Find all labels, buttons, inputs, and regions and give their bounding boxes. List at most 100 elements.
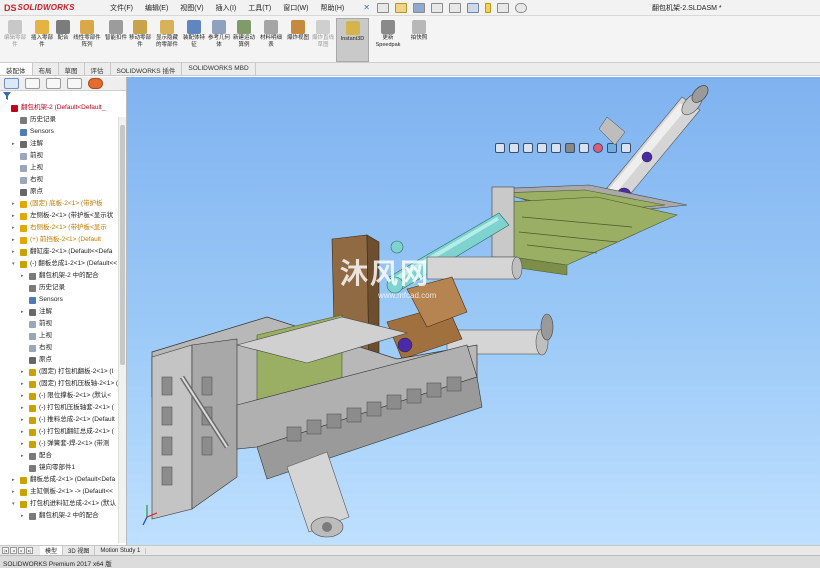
expand-arrow-icon[interactable]: ▸	[21, 510, 27, 522]
tree-item[interactable]: ▾ (-) 翻板总成1-2<1> (Default<<	[0, 258, 126, 270]
last-tab-arrow-icon[interactable]: ▸|	[26, 547, 33, 554]
expand-arrow-icon[interactable]: ▸	[21, 414, 27, 426]
tree-item[interactable]: ▸ 左侧板-2<1> (带护板<显示状	[0, 210, 126, 222]
menu-help[interactable]: 帮助(H)	[314, 3, 350, 13]
tree-item[interactable]: ▸ 翻缸座-2<1> (Default<<Defa	[0, 246, 126, 258]
expand-arrow-icon[interactable]: ▸	[12, 474, 18, 486]
tree-item[interactable]: ▸ (-) 打包机翻缸总成-2<1> (	[0, 426, 126, 438]
tab-mbd[interactable]: SOLIDWORKS MBD	[182, 63, 256, 75]
next-tab-arrow-icon[interactable]: ▸	[18, 547, 25, 554]
edit-component-button[interactable]: 编辑零部件	[2, 18, 28, 62]
select-icon[interactable]	[467, 2, 480, 13]
tab-addins[interactable]: SOLIDWORKS 插件	[111, 63, 183, 75]
display-manager-tab-icon[interactable]	[88, 78, 103, 89]
bill-of-materials-button[interactable]: 材料明细表	[258, 18, 284, 62]
tree-item[interactable]: ▸ (-) 限位撑板-2<1> (默认<	[0, 390, 126, 402]
instant3d-button[interactable]: Instant3D	[336, 18, 369, 62]
new-document-icon[interactable]	[377, 2, 390, 13]
expand-arrow-icon[interactable]: ▸	[12, 210, 18, 222]
tree-item[interactable]: ▸ 注解	[0, 306, 126, 318]
tree-item[interactable]: 原点	[0, 186, 126, 198]
expand-arrow-icon[interactable]: ▸	[21, 378, 27, 390]
open-file-icon[interactable]	[395, 2, 408, 13]
menu-view[interactable]: 视图(V)	[174, 3, 209, 13]
tree-item[interactable]: 右视	[0, 174, 126, 186]
tree-item[interactable]: 历史记录	[0, 282, 126, 294]
tab-evaluate[interactable]: 评估	[85, 63, 111, 75]
undo-icon[interactable]	[449, 2, 462, 13]
expand-arrow-icon[interactable]: ▸	[21, 438, 27, 450]
tree-item[interactable]: ▸ (-) 弹簧套-焊-2<1> (带测	[0, 438, 126, 450]
tree-item[interactable]: ▸ (+) 前挡板-2<1> (Default	[0, 234, 126, 246]
tree-item[interactable]: ▸ (-) 打包机压板轴套-2<1> (	[0, 402, 126, 414]
tree-item[interactable]: 右视	[0, 342, 126, 354]
tree-item[interactable]: ▸ 主缸侧板-2<1> -> (Default<<	[0, 486, 126, 498]
tree-item[interactable]: 历史记录	[0, 114, 126, 126]
pin-icon[interactable]: ✕	[363, 3, 371, 13]
tree-item[interactable]: ▸ 翻包机架-2 中的配合	[0, 510, 126, 522]
tree-item[interactable]: ▸ (-) 推料总成-2<1> (Default	[0, 414, 126, 426]
tree-scrollbar[interactable]	[118, 117, 126, 543]
menu-insert[interactable]: 插入(I)	[210, 3, 243, 13]
tab-assembly[interactable]: 装配体	[0, 63, 33, 75]
tree-item[interactable]: ▸ 注解	[0, 138, 126, 150]
reference-geometry-button[interactable]: 参考几何体	[206, 18, 232, 62]
tab-model[interactable]: 模型	[40, 546, 64, 555]
graphics-area[interactable]: 沐风网 www.mfcad.com	[127, 77, 820, 545]
tree-item[interactable]: ▾ 打包机进料缸总成-2<1> (默认	[0, 498, 126, 510]
menu-tools[interactable]: 工具(T)	[242, 3, 277, 13]
expand-arrow-icon[interactable]: ▸	[21, 450, 27, 462]
expand-arrow-icon[interactable]: ▾	[12, 258, 18, 270]
new-motion-study-button[interactable]: 新建运动算例	[231, 18, 257, 62]
rebuild-icon[interactable]	[485, 2, 492, 13]
update-speedpak-button[interactable]: 更新Speedpak	[373, 18, 403, 62]
tab-motion-study[interactable]: Motion Study 1	[95, 547, 147, 554]
file-properties-icon[interactable]	[497, 2, 510, 13]
tree-item[interactable]: ▸ (固定) 打包机压板轴-2<1> (	[0, 378, 126, 390]
tree-item[interactable]: Sensors	[0, 294, 126, 306]
menu-file[interactable]: 文件(F)	[104, 3, 139, 13]
expand-arrow-icon[interactable]: ▸	[12, 234, 18, 246]
tab-layout[interactable]: 布局	[33, 63, 59, 75]
configuration-manager-tab-icon[interactable]	[46, 78, 61, 89]
feature-manager-tab-icon[interactable]	[4, 78, 19, 89]
tab-3d-views[interactable]: 3D 视图	[63, 546, 96, 555]
print-icon[interactable]	[431, 2, 444, 13]
expand-arrow-icon[interactable]: ▸	[12, 198, 18, 210]
tree-item[interactable]: 镜向零部件1	[0, 462, 126, 474]
options-gear-icon[interactable]	[515, 2, 528, 13]
scrollbar-thumb[interactable]	[120, 125, 125, 365]
tree-item[interactable]: ▸ 翻包机架-2 中的配合	[0, 270, 126, 282]
tree-item[interactable]: ▸ 翻板总成-2<1> (Default<Defa	[0, 474, 126, 486]
tab-sketch[interactable]: 草图	[59, 63, 85, 75]
cad-model[interactable]	[127, 77, 820, 545]
expand-arrow-icon[interactable]: ▸	[12, 222, 18, 234]
tree-item[interactable]: ▸ 配合	[0, 450, 126, 462]
expand-arrow-icon[interactable]: ▸	[21, 426, 27, 438]
menu-window[interactable]: 窗口(W)	[277, 3, 314, 13]
tree-item[interactable]: 上视	[0, 162, 126, 174]
expand-arrow-icon[interactable]: ▸	[21, 366, 27, 378]
tree-filter[interactable]	[0, 91, 126, 102]
tree-item[interactable]: ▸ (固定) 底板-2<1> (带护板	[0, 198, 126, 210]
move-component-button[interactable]: 移动零部件	[127, 18, 153, 62]
take-snapshot-button[interactable]: 拍快照	[406, 18, 432, 62]
expand-arrow-icon[interactable]: ▸	[12, 138, 18, 150]
expand-arrow-icon[interactable]: ▸	[21, 390, 27, 402]
smart-fasteners-button[interactable]: 智能扣件	[103, 18, 129, 62]
assembly-features-button[interactable]: 装配体特征	[181, 18, 207, 62]
tree-item[interactable]: 前视	[0, 318, 126, 330]
tree-item[interactable]: 上视	[0, 330, 126, 342]
menu-edit[interactable]: 编辑(E)	[139, 3, 174, 13]
app-logo[interactable]: DS SOLIDWORKS	[4, 3, 90, 13]
filter-icon[interactable]	[3, 92, 11, 100]
tree-item[interactable]: ▸ (固定) 打包机翻板-2<1> (I	[0, 366, 126, 378]
expand-arrow-icon[interactable]: ▸	[21, 306, 27, 318]
tree-item[interactable]: ▸ 右侧板-2<1> (带护板<显示	[0, 222, 126, 234]
tree-item[interactable]: 翻包机架-2 (Default<Default_	[0, 102, 126, 114]
tree-item[interactable]: 原点	[0, 354, 126, 366]
prev-tab-arrow-icon[interactable]: ◂	[10, 547, 17, 554]
expand-arrow-icon[interactable]: ▸	[12, 246, 18, 258]
save-icon[interactable]	[413, 2, 426, 13]
expand-arrow-icon[interactable]: ▸	[12, 486, 18, 498]
